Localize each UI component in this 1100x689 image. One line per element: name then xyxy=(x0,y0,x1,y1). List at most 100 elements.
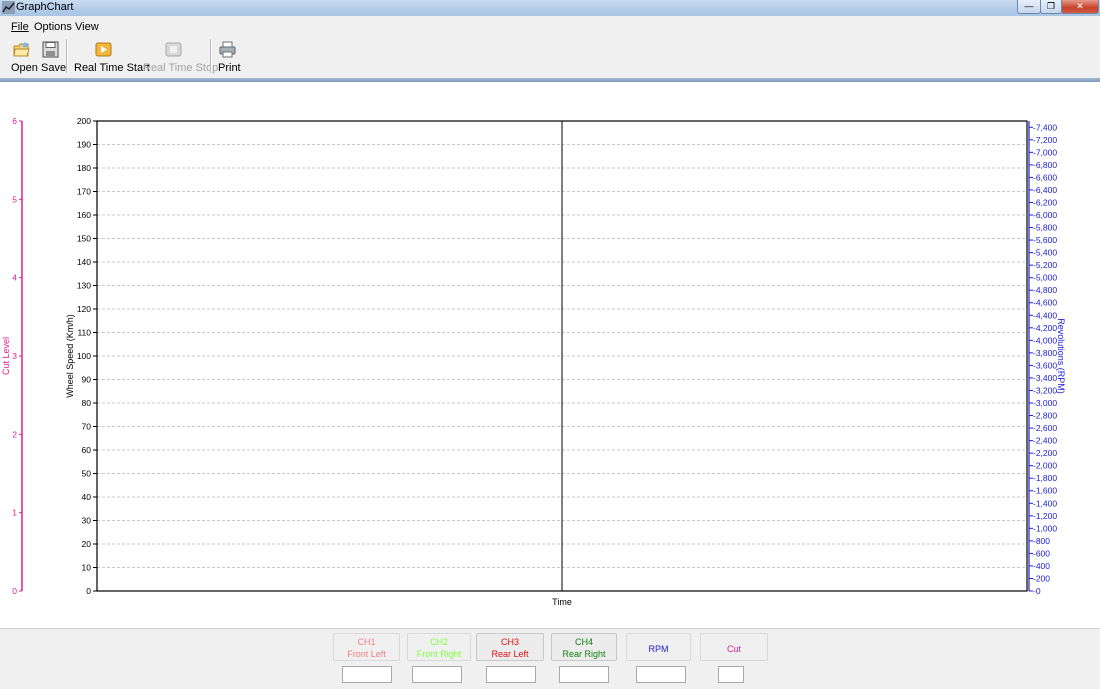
app-icon xyxy=(2,1,15,14)
rpm-tick-label: -5,800 xyxy=(1033,223,1057,233)
restore-button[interactable]: ❐ xyxy=(1040,0,1062,14)
rpm-tick-label: -3,000 xyxy=(1033,398,1057,408)
rpm-tick-label: -7,200 xyxy=(1033,135,1057,145)
wheel-speed-tick-label: 40 xyxy=(82,492,92,502)
save-button[interactable]: Save xyxy=(39,35,67,77)
channel-value-field-ch1[interactable] xyxy=(342,666,392,683)
x-axis-label: Time xyxy=(552,597,572,607)
rpm-tick-label: -6,000 xyxy=(1033,210,1057,220)
close-icon: ✕ xyxy=(1076,1,1084,11)
rpm-tick-label: -6,200 xyxy=(1033,197,1057,207)
menu-bar: File Options View xyxy=(0,16,1100,35)
wheel-speed-tick-label: 20 xyxy=(82,539,92,549)
rpm-tick-label: -200 xyxy=(1033,573,1050,583)
channel-name-label: Rear Left xyxy=(491,649,529,659)
rpm-tick-label: -5,600 xyxy=(1033,235,1057,245)
channel-value-field-cut[interactable] xyxy=(718,666,744,683)
channel-name-label: Front Right xyxy=(416,649,462,659)
minimize-button[interactable]: — xyxy=(1017,0,1041,14)
menu-view-label: View xyxy=(75,21,99,33)
rpm-tick-label: -1,800 xyxy=(1033,473,1057,483)
channel-value-field-ch3[interactable] xyxy=(486,666,536,683)
channel-id-label: CH3 xyxy=(500,637,519,647)
channel-toggle-ch3[interactable]: CH3 Rear Left xyxy=(476,633,544,661)
window-title: GraphChart xyxy=(16,1,74,13)
channel-toggle-rpm[interactable]: RPM xyxy=(626,633,691,661)
rpm-tick-label: -7,400 xyxy=(1033,122,1057,132)
title-bar: GraphChart — ❐ ✕ xyxy=(0,0,1100,16)
real-time-start-button[interactable]: Real Time Start xyxy=(72,35,150,77)
menu-options-label: Options xyxy=(34,21,72,33)
rpm-tick-label: -1,400 xyxy=(1033,498,1057,508)
open-button[interactable]: Open xyxy=(8,35,38,77)
channel-value-field-ch4[interactable] xyxy=(559,666,609,683)
rpm-tick-label: -1,000 xyxy=(1033,523,1057,533)
cut-tick-label: 6 xyxy=(12,116,17,126)
wheel-speed-tick-label: 130 xyxy=(77,281,91,291)
real-time-start-label: Real Time Start xyxy=(74,62,150,74)
wheel-speed-tick-label: 90 xyxy=(82,375,92,385)
channel-name-label: Front Left xyxy=(347,649,386,659)
channel-id-label: CH1 xyxy=(357,637,376,647)
rpm-tick-label: -0 xyxy=(1033,586,1041,596)
wheel-speed-tick-label: 180 xyxy=(77,163,91,173)
rpm-tick-label: -3,600 xyxy=(1033,360,1057,370)
print-label: Print xyxy=(218,62,241,74)
channel-toggle-cut[interactable]: Cut xyxy=(700,633,768,661)
channel-toggle-ch2[interactable]: CH2 Front Right xyxy=(407,633,471,661)
channel-toggle-ch1[interactable]: CH1 Front Left xyxy=(333,633,400,661)
cut-level-axis: 0 1 2 3 4 5 6 xyxy=(12,116,23,596)
stop-icon xyxy=(165,42,182,57)
rpm-tick-label: -6,400 xyxy=(1033,185,1057,195)
wheel-speed-axis-label: Wheel Speed (Km/h) xyxy=(65,314,75,398)
wheel-speed-tick-label: 150 xyxy=(77,234,91,244)
cut-tick-label: 3 xyxy=(12,351,17,361)
graph-chart[interactable]: 0102030405060708090100110120130140150160… xyxy=(0,82,1100,628)
wheel-speed-tick-label: 200 xyxy=(77,116,91,126)
restore-icon: ❐ xyxy=(1046,1,1056,11)
wheel-speed-tick-label: 50 xyxy=(82,469,92,479)
close-button[interactable]: ✕ xyxy=(1061,0,1099,14)
wheel-speed-tick-label: 30 xyxy=(82,516,92,526)
wheel-speed-tick-label: 60 xyxy=(82,445,92,455)
rpm-tick-label: -800 xyxy=(1033,536,1050,546)
rpm-tick-label: -1,200 xyxy=(1033,511,1057,521)
rpm-tick-label: -5,000 xyxy=(1033,273,1057,283)
channel-id-label: Cut xyxy=(726,644,741,654)
wheel-speed-tick-label: 100 xyxy=(77,351,91,361)
channel-value-field-ch2[interactable] xyxy=(412,666,462,683)
menu-view[interactable]: View xyxy=(75,21,99,33)
cut-tick-label: 5 xyxy=(12,194,17,204)
cut-tick-label: 0 xyxy=(12,586,17,596)
wheel-speed-tick-label: 10 xyxy=(82,563,92,573)
rpm-tick-label: -400 xyxy=(1033,561,1050,571)
rpm-tick-label: -5,200 xyxy=(1033,260,1057,270)
wheel-speed-tick-label: 190 xyxy=(77,140,91,150)
menu-file[interactable]: File xyxy=(11,21,29,33)
save-label: Save xyxy=(41,62,67,74)
toolbar: Open Save Real Time Start Real Time Stop… xyxy=(0,35,1100,78)
rpm-tick-label: -3,400 xyxy=(1033,373,1057,383)
wheel-speed-tick-label: 80 xyxy=(82,398,92,408)
wheel-speed-tick-label: 140 xyxy=(77,257,91,267)
channel-id-label: RPM xyxy=(648,644,669,654)
rpm-tick-label: -7,000 xyxy=(1033,147,1057,157)
rpm-tick-label: -2,400 xyxy=(1033,436,1057,446)
channel-id-label: CH2 xyxy=(429,637,448,647)
wheel-speed-tick-label: 160 xyxy=(77,210,91,220)
rpm-axis: -0 -200 -400 -600 -800 -1,000 -1,200 -1,400 -1,6… xyxy=(1028,121,1057,596)
rpm-tick-label: -600 xyxy=(1033,548,1050,558)
rpm-tick-label: -5,400 xyxy=(1033,248,1057,258)
toolbar-separator xyxy=(66,39,68,73)
rpm-tick-label: -6,800 xyxy=(1033,160,1057,170)
menu-options[interactable]: Options xyxy=(34,21,72,33)
channel-toggle-ch4[interactable]: CH4 Rear Right xyxy=(551,633,617,661)
channel-name-label: Rear Right xyxy=(562,649,606,659)
real-time-stop-button[interactable]: Real Time Stop xyxy=(142,35,218,77)
print-button[interactable]: Print xyxy=(215,35,241,77)
wheel-speed-tick-label: 110 xyxy=(77,328,91,338)
minimize-icon: — xyxy=(1024,1,1034,11)
rpm-tick-label: -4,400 xyxy=(1033,310,1057,320)
rpm-tick-label: -3,800 xyxy=(1033,348,1057,358)
channel-value-field-rpm[interactable] xyxy=(636,666,686,683)
